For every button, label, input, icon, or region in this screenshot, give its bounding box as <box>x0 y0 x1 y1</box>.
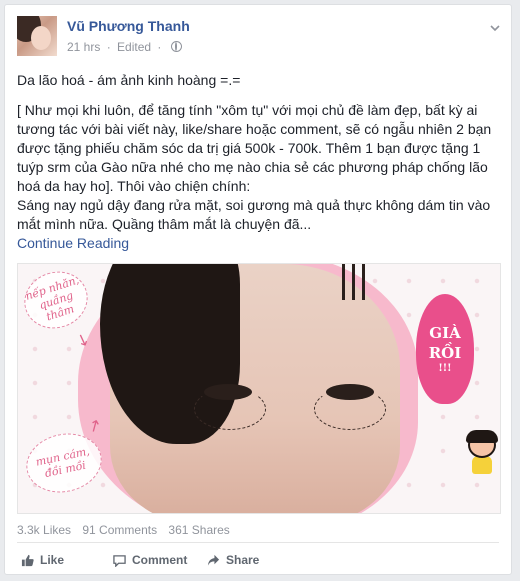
share-icon <box>207 554 220 566</box>
bubble-exclaim: !!! <box>438 363 452 374</box>
speech-bubble: GIÀ RỒI !!! <box>416 294 474 404</box>
author-name[interactable]: Vũ Phương Thanh <box>67 18 190 34</box>
comment-icon <box>113 554 126 567</box>
like-button[interactable]: Like <box>21 553 64 567</box>
under-eye-mark-right <box>314 388 386 430</box>
comment-label: Comment <box>132 553 188 567</box>
shares-count[interactable]: 361 Shares <box>168 523 229 537</box>
like-label: Like <box>40 553 65 567</box>
under-eye-mark-left <box>194 388 266 430</box>
action-bar: Like Comment Share <box>17 549 501 575</box>
share-label: Share <box>226 553 260 567</box>
post-snippet: Sáng nay ngủ dậy đang rửa mặt, soi gương… <box>17 197 491 232</box>
divider <box>17 542 499 543</box>
continue-reading-link[interactable]: Continue Reading <box>17 235 129 251</box>
bubble-line-1: GIÀ <box>429 324 461 342</box>
post-header: Vũ Phương Thanh 21 hrs · Edited · <box>17 16 501 60</box>
post-image[interactable]: nếp nhăn, quầng thâm mụn cám, đồi mồi ↘ … <box>17 263 501 514</box>
meta-separator: · <box>106 40 111 54</box>
bubble-line-2: RỒI <box>428 344 462 362</box>
edited-label[interactable]: Edited <box>117 40 151 54</box>
likes-count[interactable]: 3.3k Likes <box>17 523 71 537</box>
share-button[interactable]: Share <box>207 553 259 567</box>
comment-button[interactable]: Comment <box>113 553 187 567</box>
avatar[interactable] <box>17 16 57 56</box>
thumbs-up-icon <box>21 554 34 566</box>
forehead-streaks <box>340 264 376 302</box>
post-meta: 21 hrs · Edited · <box>67 40 182 54</box>
post-stats: 3.3k Likes 91 Comments 361 Shares <box>17 523 238 537</box>
chevron-down-icon[interactable] <box>489 22 501 34</box>
post-time[interactable]: 21 hrs <box>67 40 100 54</box>
comments-count[interactable]: 91 Comments <box>82 523 157 537</box>
meta-separator: · <box>157 40 162 54</box>
cartoon-character <box>464 430 500 476</box>
globe-icon[interactable] <box>170 41 182 52</box>
post-card: Vũ Phương Thanh 21 hrs · Edited · Da lão… <box>4 4 512 575</box>
post-paragraph: [ Như mọi khi luôn, để tăng tính "xôm tụ… <box>17 102 492 194</box>
post-title-line: Da lão hoá - ám ảnh kinh hoàng =.= <box>17 72 241 88</box>
